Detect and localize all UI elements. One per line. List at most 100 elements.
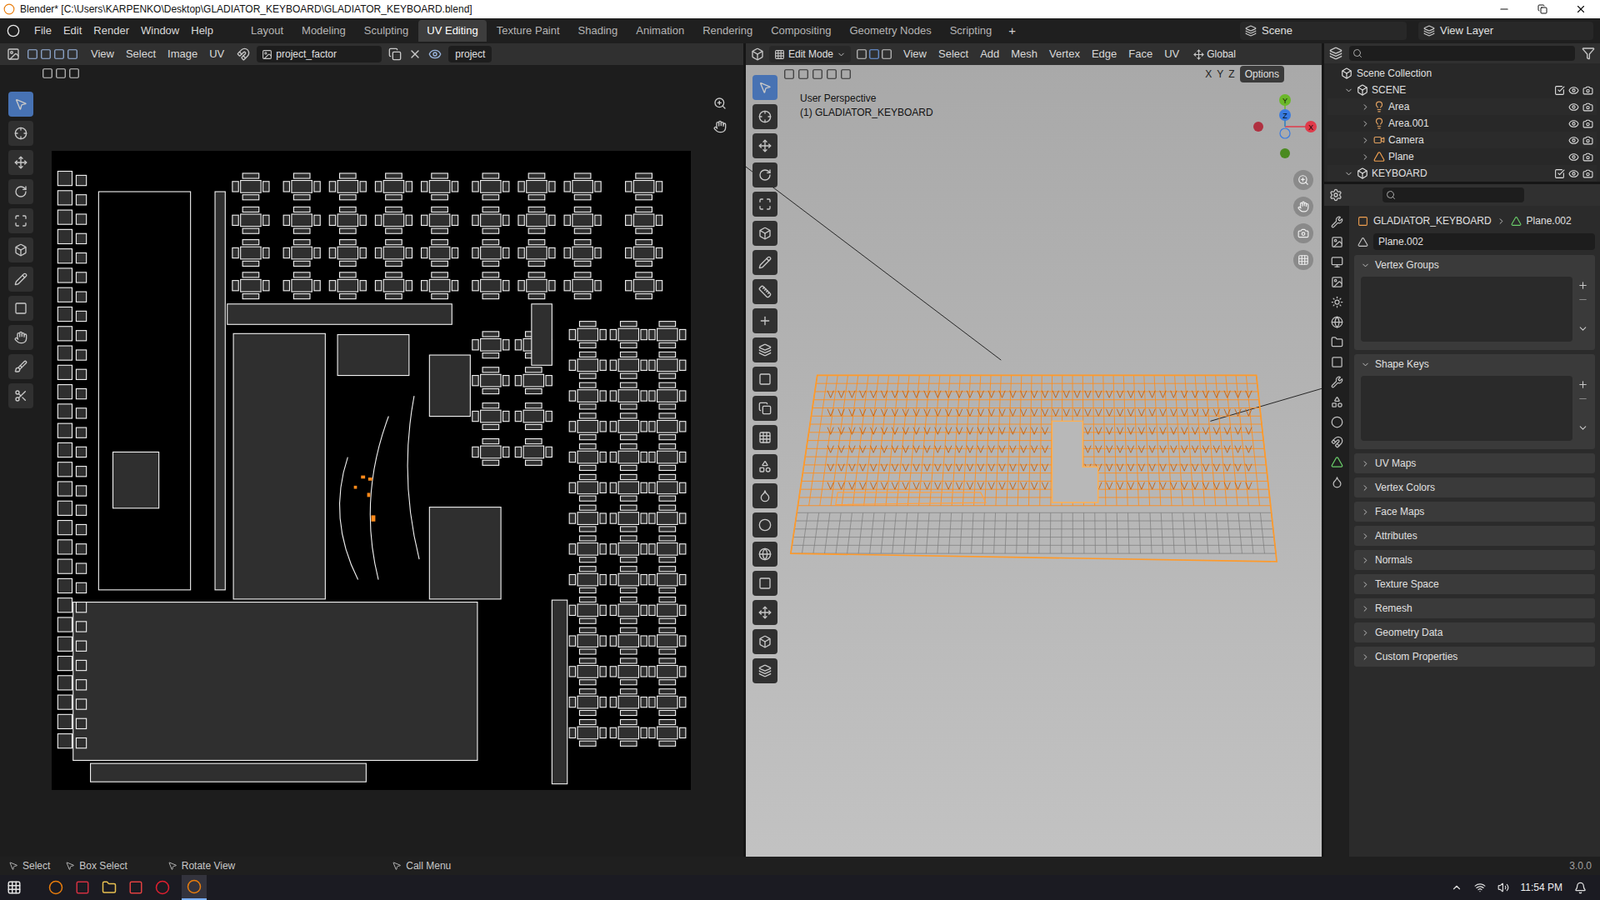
outliner-item[interactable]: Camera [1327,131,1597,149]
properties-tab-icon[interactable] [1330,395,1344,409]
properties-tab-icon[interactable] [1330,235,1344,249]
menu-item[interactable]: Edit [57,22,88,40]
viewport-canvas[interactable]: XYZOptionsUser Perspective(1) GLADIATOR_… [745,65,1322,857]
volume-icon[interactable] [1497,881,1510,894]
menu-item[interactable]: Render [87,22,135,40]
tool-button[interactable] [752,541,778,567]
mirror-axis-toggle[interactable]: X [1205,66,1212,82]
overlay-icon[interactable] [428,47,442,61]
tool-button[interactable] [752,220,778,246]
menu-item[interactable]: Select [120,45,162,63]
workspace-tab[interactable]: Rendering [694,20,761,42]
clock[interactable]: 11:54 PM [1520,880,1563,895]
close-button[interactable] [1561,0,1600,19]
workspace-tab[interactable]: UV Editing [418,20,486,42]
render-visibility-icon[interactable] [1582,168,1594,180]
app-icon[interactable] [128,880,144,895]
tool-button[interactable] [752,425,778,450]
panel-header[interactable]: Shape Keys [1354,354,1595,375]
workspace-tab[interactable]: Geometry Nodes [840,20,940,42]
orientation-selector[interactable]: Global [1190,46,1240,62]
tool-button[interactable] [752,337,778,363]
unlink-image-icon[interactable] [408,47,422,61]
minimize-button[interactable] [1485,0,1524,19]
panel-header[interactable]: Normals [1354,550,1595,570]
outliner-item[interactable]: Plane [1327,148,1597,165]
keyboard-mesh[interactable] [745,65,1322,857]
workspace-tab[interactable]: Scripting [941,20,1001,42]
tool-button[interactable] [752,279,778,305]
menu-item[interactable]: Window [135,22,185,40]
outliner-root[interactable]: Scene Collection [1327,65,1597,82]
tool-button[interactable] [8,120,34,146]
menu-item[interactable]: Edge [1085,45,1123,63]
list-box[interactable] [1360,375,1573,441]
nav-button[interactable] [1293,196,1314,217]
specials-icon[interactable] [1577,323,1589,335]
mirror-axis-toggle[interactable]: Y [1216,66,1224,82]
pan-icon[interactable] [713,120,727,134]
tool-button[interactable] [8,237,34,263]
tool-button[interactable] [752,75,778,100]
menu-item[interactable]: Add [974,45,1005,63]
visibility-icon[interactable] [1568,135,1580,146]
tool-button[interactable] [8,150,34,175]
panel-header[interactable]: Geometry Data [1354,622,1595,643]
navigation-gizmo[interactable]: XYZ [1250,90,1317,165]
tool-button[interactable] [752,512,778,538]
workspace-tab[interactable]: Shading [570,20,627,42]
tool-button[interactable] [752,454,778,480]
tool-button[interactable] [8,266,34,292]
panel-header[interactable]: Vertex Groups [1354,255,1595,275]
render-visibility-icon[interactable] [1582,151,1594,163]
include-checkbox-icon[interactable] [1554,168,1565,180]
menu-item[interactable]: Help [185,22,220,40]
render-visibility-icon[interactable] [1582,135,1594,146]
menu-item[interactable]: Vertex [1043,45,1086,63]
properties-tab-icon[interactable] [1330,455,1344,469]
mesh-select-mode-icon[interactable] [855,48,868,60]
app-icon[interactable] [48,880,64,895]
properties-tab-icon[interactable] [1330,215,1344,229]
select-mode-icon[interactable] [26,48,39,60]
uv-canvas[interactable] [0,81,744,857]
tool-button[interactable] [752,104,778,130]
select-option-icon[interactable] [811,68,824,80]
collapse-icon[interactable] [1344,85,1354,95]
properties-tab-icon[interactable] [1330,375,1344,389]
restore-button[interactable] [1523,0,1562,19]
editor-type-icon[interactable] [6,47,20,61]
panel-header[interactable]: Texture Space [1354,574,1595,595]
nav-button[interactable] [1293,170,1314,190]
workspace-tab[interactable]: Texture Paint [488,20,569,42]
workspace-tab[interactable]: Modeling [293,20,355,42]
panel-header[interactable]: Custom Properties [1354,646,1595,667]
select-mode-icon[interactable] [66,48,79,60]
properties-tab-icon[interactable] [1330,335,1344,349]
scene-selector[interactable]: Scene [1240,21,1407,40]
panel-header[interactable]: UV Maps [1354,453,1595,474]
editor-type-icon[interactable] [1329,188,1343,202]
tool-button[interactable] [752,483,778,509]
menu-item[interactable]: View [85,45,120,63]
tool-button[interactable] [8,208,34,234]
outliner-item[interactable]: SCENE [1327,81,1597,99]
select-mode-icon[interactable] [40,48,52,60]
snap-icon[interactable] [236,47,250,61]
menu-item[interactable]: Select [932,45,975,63]
add-icon[interactable] [1577,379,1589,390]
tool-button[interactable] [752,191,778,217]
explorer-icon[interactable] [101,880,117,895]
render-visibility-icon[interactable] [1582,101,1594,113]
workspace-tab[interactable]: Layout [242,20,292,42]
panel-header[interactable]: Remesh [1354,598,1595,619]
uv-select-mode-icon[interactable] [68,67,80,80]
add-workspace-button[interactable]: + [1001,21,1023,41]
expand-icon[interactable] [1360,152,1370,162]
visibility-icon[interactable] [1568,101,1580,113]
tool-button[interactable] [752,395,778,421]
visibility-icon[interactable] [1568,168,1580,180]
uv-select-mode-icon[interactable] [41,67,54,80]
mesh-select-mode-icon[interactable] [880,48,893,60]
app-icon[interactable] [75,880,90,895]
